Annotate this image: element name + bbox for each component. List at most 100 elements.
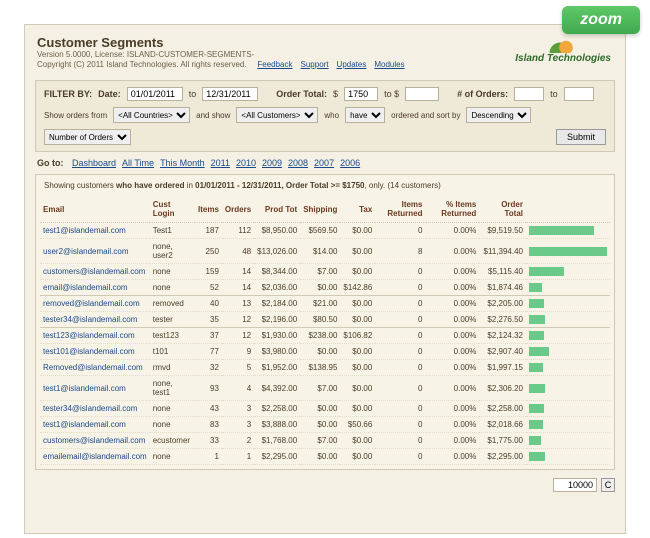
- cell: 12: [222, 312, 254, 328]
- col-header[interactable]: % Items Returned: [426, 196, 480, 223]
- cell: 0: [375, 344, 425, 360]
- cell: $3,980.00: [254, 344, 300, 360]
- col-header[interactable]: Cust Login: [150, 196, 195, 223]
- col-header[interactable]: Email: [40, 196, 150, 223]
- goto-link[interactable]: 2009: [262, 158, 282, 168]
- value-bar: [529, 331, 544, 340]
- to-sep: to $: [384, 89, 399, 99]
- header-link[interactable]: Support: [301, 60, 329, 69]
- cell: 0.00%: [426, 449, 480, 465]
- cell: user2@islandemail.com: [40, 239, 150, 264]
- have-select[interactable]: have: [345, 107, 385, 123]
- cell: $2,295.00: [479, 449, 526, 465]
- order-total-from-input[interactable]: [344, 87, 378, 101]
- refresh-icon[interactable]: C: [601, 478, 615, 492]
- header-links: Feedback Support Updates Modules: [249, 59, 404, 70]
- cell: 0: [375, 433, 425, 449]
- cell: removed@islandemail.com: [40, 296, 150, 312]
- cell: $0.00: [340, 264, 375, 280]
- goto-label: Go to:: [37, 158, 64, 168]
- cell: 0: [375, 264, 425, 280]
- header-link[interactable]: Feedback: [257, 60, 292, 69]
- cell: 13: [222, 296, 254, 312]
- cell: $1,768.00: [254, 433, 300, 449]
- cell: 0.00%: [426, 280, 480, 296]
- col-header[interactable]: Shipping: [300, 196, 340, 223]
- cell: test123@islandemail.com: [40, 328, 150, 344]
- cell: 32: [195, 360, 222, 376]
- cell: 77: [195, 344, 222, 360]
- cell: 14: [222, 280, 254, 296]
- cell: $3,888.00: [254, 417, 300, 433]
- submit-button[interactable]: Submit: [556, 129, 606, 145]
- cell: $8,344.00: [254, 264, 300, 280]
- value-bar: [529, 347, 549, 356]
- goto-link[interactable]: 2007: [314, 158, 334, 168]
- date-from-input[interactable]: [127, 87, 183, 101]
- header-link[interactable]: Updates: [337, 60, 367, 69]
- cell: 0: [375, 280, 425, 296]
- cell: 0: [375, 312, 425, 328]
- who-label: who: [324, 111, 339, 120]
- sort-label: ordered and sort by: [391, 111, 460, 120]
- cell: $7.00: [300, 376, 340, 401]
- goto-link[interactable]: This Month: [160, 158, 205, 168]
- order-total-label: Order Total:: [276, 89, 327, 99]
- col-header[interactable]: [526, 196, 610, 223]
- cell: email@islandemail.com: [40, 280, 150, 296]
- goto-row: Go to: Dashboard All Time This Month 2011 20…: [37, 158, 613, 168]
- goto-link[interactable]: All Time: [122, 158, 154, 168]
- value-bar: [529, 420, 543, 429]
- cell: 14: [222, 264, 254, 280]
- bar-cell: [526, 312, 610, 328]
- cell: 0.00%: [426, 296, 480, 312]
- page-size-input[interactable]: [553, 478, 597, 492]
- cell: $142.86: [340, 280, 375, 296]
- col-header[interactable]: Order Total: [479, 196, 526, 223]
- goto-link[interactable]: 2010: [236, 158, 256, 168]
- cell: 0.00%: [426, 417, 480, 433]
- cell: $2,184.00: [254, 296, 300, 312]
- col-header[interactable]: Tax: [340, 196, 375, 223]
- value-bar: [529, 226, 594, 235]
- direction-select[interactable]: Descending: [466, 107, 531, 123]
- cell: $50.66: [340, 417, 375, 433]
- cell: 1: [222, 449, 254, 465]
- countries-select[interactable]: <All Countries>: [113, 107, 190, 123]
- cell: none: [150, 280, 195, 296]
- cell: $0.00: [340, 449, 375, 465]
- table-row: test101@islandemail.comt101779$3,980.00$…: [40, 344, 610, 360]
- cell: $0.00: [340, 239, 375, 264]
- num-orders-from-input[interactable]: [514, 87, 544, 101]
- results-table: EmailCust LoginItemsOrdersProd TotShippi…: [40, 196, 610, 465]
- value-bar: [529, 384, 545, 393]
- date-to-input[interactable]: [202, 87, 258, 101]
- cell: none: [150, 417, 195, 433]
- col-header[interactable]: Items: [195, 196, 222, 223]
- col-header[interactable]: Prod Tot: [254, 196, 300, 223]
- cell: ecustomer: [150, 433, 195, 449]
- col-header[interactable]: Items Returned: [375, 196, 425, 223]
- table-body: test1@islandemail.comTest1187112$8,950.0…: [40, 223, 610, 465]
- goto-link[interactable]: 2008: [288, 158, 308, 168]
- cell: 3: [222, 401, 254, 417]
- cell: 4: [222, 376, 254, 401]
- order-total-to-input[interactable]: [405, 87, 439, 101]
- customers-select[interactable]: <All Customers>: [236, 107, 318, 123]
- goto-link[interactable]: Dashboard: [72, 158, 116, 168]
- value-bar: [529, 452, 545, 461]
- zoom-badge[interactable]: zoom: [562, 6, 640, 34]
- value-bar: [529, 299, 544, 308]
- num-orders-to-input[interactable]: [564, 87, 594, 101]
- goto-link[interactable]: 2011: [211, 158, 230, 168]
- goto-link[interactable]: 2006: [340, 158, 360, 168]
- cell: $2,205.00: [479, 296, 526, 312]
- col-header[interactable]: Orders: [222, 196, 254, 223]
- cell: 33: [195, 433, 222, 449]
- cell: $0.00: [340, 433, 375, 449]
- bar-cell: [526, 264, 610, 280]
- cell: $80.50: [300, 312, 340, 328]
- cell: 93: [195, 376, 222, 401]
- header-link[interactable]: Modules: [374, 60, 404, 69]
- sort-field-select[interactable]: Number of Orders: [44, 129, 131, 145]
